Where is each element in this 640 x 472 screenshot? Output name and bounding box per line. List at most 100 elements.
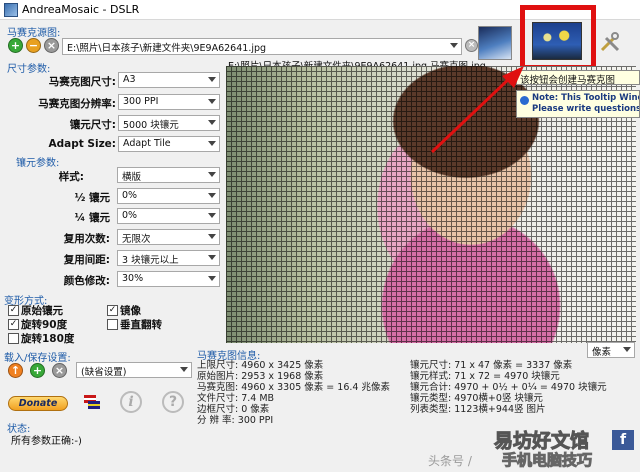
chevron-down-icon [450, 43, 458, 48]
language-flag-icon[interactable] [82, 392, 102, 412]
style-select[interactable]: 横版 [117, 167, 220, 183]
remove-source-button[interactable]: − [26, 38, 41, 53]
tile-size-select[interactable]: 5000 块镶元 [118, 115, 220, 131]
close-icon: × [46, 39, 57, 52]
vertical-flip-label: 垂直翻转 [120, 319, 162, 331]
info-icon[interactable]: i [120, 391, 142, 413]
info-label: 镶元尺寸: [410, 360, 452, 371]
info-row: 马赛克图: 4960 x 3305 像素 = 16.4 兆像素 [197, 382, 390, 393]
info-value: 4960 x 3425 像素 [241, 360, 324, 371]
info-value: 4960 x 3305 像素 = 16.4 兆像素 [241, 382, 390, 393]
style-label: 样式: [58, 171, 84, 183]
half-tile-label: ½ 镶元 [74, 192, 110, 204]
repeat-distance-select[interactable]: 3 块镶元以上 [117, 250, 220, 266]
mosaic-size-value: A3 [123, 74, 136, 85]
vertical-flip-checkbox[interactable] [107, 319, 118, 330]
info-label: 镶元合计: [410, 382, 452, 393]
color-change-label: 颜色修改: [63, 275, 110, 287]
quarter-tile-label: ¼ 镶元 [74, 212, 110, 224]
info-row: 镶元样式: 71 x 72 = 4970 块镶元 [410, 371, 607, 382]
rotate90-checkbox[interactable]: ✓ [8, 319, 19, 330]
info-label: 上限尺寸: [197, 360, 239, 371]
mirror-checkbox[interactable]: ✓ [107, 305, 118, 316]
chevron-down-icon [208, 77, 216, 82]
minus-icon: − [28, 39, 39, 52]
info-label: 分 辨 率: [197, 415, 235, 426]
chevron-down-icon [208, 193, 216, 198]
repeat-count-label: 复用次数: [63, 233, 110, 245]
watermark-prefix: 头条号 / [428, 454, 472, 468]
info-value: 4970 + 0½ + 0¼ = 4970 块镶元 [454, 382, 607, 393]
chevron-down-icon [180, 367, 188, 372]
load-save-heading: 载入/保存设置: [4, 353, 71, 364]
source-path-select[interactable]: E:\照片\日本孩子\新建文件夹\9E9A62641.jpg [62, 38, 462, 55]
rotate90-label: 旋转90度 [21, 319, 68, 331]
info-value: 71 x 72 = 4970 块镶元 [454, 371, 560, 382]
close-icon: × [467, 40, 476, 50]
mosaic-size-select[interactable]: A3 [118, 72, 220, 88]
window-title: AndreaMosaic - DSLR [22, 3, 140, 16]
mosaic-resolution-value: 300 PPI [123, 96, 159, 107]
info-value: 71 x 47 像素 = 3337 像素 [454, 360, 573, 371]
info-value: 4970横+0竖 块镶元 [454, 393, 543, 404]
quarter-tile-value: 0% [122, 210, 138, 221]
info-row: 文件尺寸: 7.4 MB [197, 393, 390, 404]
info-row: 上限尺寸: 4960 x 3425 像素 [197, 360, 390, 371]
info-label: 边框尺寸: [197, 404, 239, 415]
info-value: 2953 x 1968 像素 [241, 371, 324, 382]
help-icon[interactable]: ? [162, 391, 184, 413]
add-settings-button[interactable]: + [30, 363, 45, 378]
repeat-distance-value: 3 块镶元以上 [122, 255, 179, 266]
chevron-down-icon [208, 276, 216, 281]
info-row: 边框尺寸: 0 像素 [197, 404, 390, 415]
chevron-down-icon [208, 234, 216, 239]
tiles-archive-icon[interactable] [478, 26, 512, 60]
style-value: 横版 [122, 172, 142, 183]
source-heading: 马赛克源图: [7, 28, 61, 39]
half-tile-value: 0% [122, 190, 138, 201]
tooltip-note: Note: This Tooltip Window Please write q… [516, 90, 640, 118]
color-change-select[interactable]: 30% [117, 271, 220, 287]
quarter-tile-select[interactable]: 0% [117, 208, 220, 224]
info-row: 镶元类型: 4970横+0竖 块镶元 [410, 393, 607, 404]
repeat-distance-label: 复用间距: [63, 254, 110, 266]
mosaic-info-left: 上限尺寸: 4960 x 3425 像素 原始图片: 2953 x 1968 像… [197, 360, 390, 426]
size-params-heading: 尺寸参数: [7, 64, 51, 75]
rotate180-checkbox[interactable] [8, 333, 19, 344]
delete-settings-button[interactable]: × [52, 363, 67, 378]
mosaic-resolution-select[interactable]: 300 PPI [118, 94, 220, 110]
tools-icon[interactable] [598, 30, 622, 54]
settings-select[interactable]: (缺省设置) [76, 362, 192, 378]
status-text: 所有参数正确:-) [11, 436, 82, 447]
mosaic-size-label: 马赛克图尺寸: [48, 76, 116, 88]
clear-path-button[interactable]: × [465, 39, 478, 52]
repeat-count-select[interactable]: 无限次 [117, 229, 220, 245]
chevron-down-icon [208, 141, 216, 146]
app-icon [4, 3, 18, 17]
create-mosaic-button[interactable] [532, 22, 582, 60]
load-settings-button[interactable]: ↑ [8, 363, 23, 378]
info-label: 列表类型: [410, 404, 452, 415]
plus-icon: + [10, 39, 21, 52]
chevron-down-icon [208, 255, 216, 260]
donate-button[interactable]: Donate [8, 396, 68, 411]
adapt-size-select[interactable]: Adapt Tile [118, 136, 220, 152]
info-value: 7.4 MB [241, 393, 275, 404]
add-source-button[interactable]: + [8, 38, 23, 53]
info-row: 列表类型: 1123横+944竖 图片 [410, 404, 607, 415]
tooltip: 该按钮会创建马赛克图 [516, 70, 640, 85]
original-tile-label: 原始镶元 [21, 305, 63, 317]
annotation-arrow [430, 66, 524, 154]
info-row: 镶元尺寸: 71 x 47 像素 = 3337 像素 [410, 360, 607, 371]
info-row: 镶元合计: 4970 + 0½ + 0¼ = 4970 块镶元 [410, 382, 607, 393]
mosaic-info-right: 镶元尺寸: 71 x 47 像素 = 3337 像素 镶元样式: 71 x 72… [410, 360, 607, 415]
unit-select[interactable]: 像素 [587, 342, 635, 358]
half-tile-select[interactable]: 0% [117, 188, 220, 204]
clear-source-button[interactable]: × [44, 38, 59, 53]
tooltip-note-line2: Please write questions/ [532, 104, 640, 114]
tile-params-heading: 镶元参数: [16, 158, 60, 169]
info-value: 0 像素 [241, 404, 270, 415]
tile-size-label: 镶元尺寸: [69, 119, 116, 131]
info-value: 300 PPI [237, 415, 274, 426]
original-tile-checkbox[interactable]: ✓ [8, 305, 19, 316]
